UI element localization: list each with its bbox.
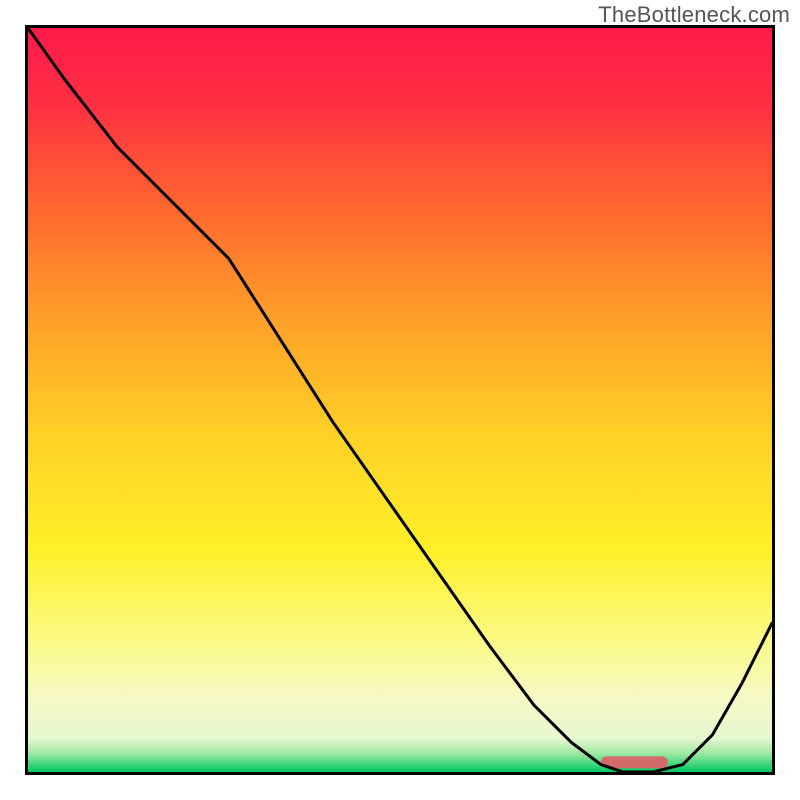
plot-area — [25, 25, 775, 775]
chart-svg — [28, 28, 772, 772]
chart-frame: TheBottleneck.com — [0, 0, 800, 800]
gradient-background — [28, 28, 772, 772]
